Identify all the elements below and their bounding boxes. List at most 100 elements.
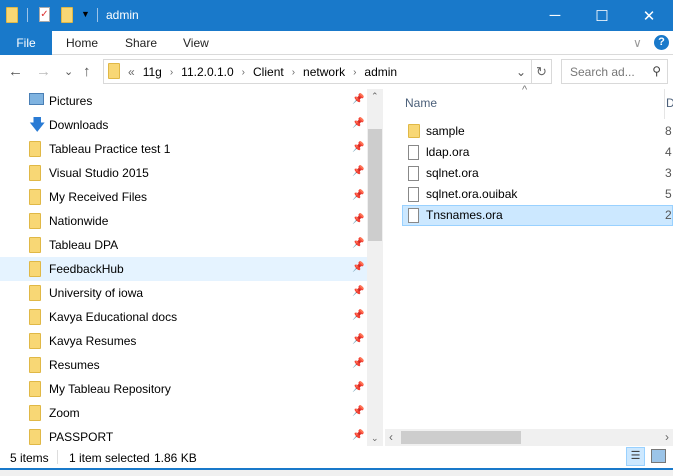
folder-icon <box>6 7 18 26</box>
sidebar-item-downloads[interactable]: 🡇 Downloads 📌 <box>0 113 367 137</box>
tab-home[interactable]: Home <box>66 36 98 50</box>
back-button[interactable]: ← <box>8 63 23 80</box>
divider <box>27 8 28 22</box>
help-icon[interactable]: ? <box>654 35 669 50</box>
large-icons-view-button[interactable] <box>651 449 666 463</box>
column-header-date[interactable]: D <box>666 96 673 110</box>
folder-icon <box>29 429 41 446</box>
pin-icon[interactable]: 📌 <box>352 118 364 129</box>
address-dropdown-icon[interactable]: ⌄ <box>516 65 526 79</box>
sidebar-item-folder[interactable]: Tableau Practice test 1 📌 <box>0 137 367 161</box>
pin-icon[interactable]: 📌 <box>352 310 364 321</box>
forward-button[interactable]: → <box>36 63 51 80</box>
pin-icon[interactable]: 📌 <box>352 142 364 153</box>
folder-icon <box>29 165 41 184</box>
pictures-icon <box>29 93 44 108</box>
sidebar-item-label: Kavya Educational docs <box>49 310 178 324</box>
search-input[interactable]: Search ad... ⚲ <box>561 59 668 84</box>
address-bar[interactable]: « 11g › 11.2.0.1.0 › Client › network › admi… <box>103 59 552 84</box>
pin-icon[interactable]: 📌 <box>352 94 364 105</box>
pin-icon[interactable]: 📌 <box>352 190 364 201</box>
details-view-button[interactable]: ☰ <box>626 447 645 466</box>
sidebar-item-label: Nationwide <box>49 214 109 228</box>
file-name: sample <box>426 124 465 138</box>
refresh-button[interactable]: ↻ <box>531 59 552 84</box>
recent-locations-button[interactable]: ⌄ <box>64 65 73 78</box>
folder-icon <box>108 63 120 82</box>
horizontal-scrollbar[interactable]: ‹ › <box>385 429 673 446</box>
new-folder-icon[interactable] <box>61 7 73 26</box>
chevron-right-icon[interactable]: › <box>242 67 245 78</box>
pin-icon[interactable]: 📌 <box>352 238 364 249</box>
sidebar-item-folder[interactable]: Resumes 📌 <box>0 353 367 377</box>
column-divider[interactable] <box>664 89 665 119</box>
close-button[interactable]: ✕ <box>626 0 672 31</box>
sidebar-item-label: Zoom <box>49 406 80 420</box>
scrollbar-thumb[interactable] <box>368 129 382 241</box>
sidebar-item-label: Resumes <box>49 358 100 372</box>
item-count: 5 items <box>10 451 49 465</box>
chevron-right-icon[interactable]: › <box>353 67 356 78</box>
sidebar-item-folder[interactable]: Visual Studio 2015 📌 <box>0 161 367 185</box>
sidebar-item-folder[interactable]: University of iowa 📌 <box>0 281 367 305</box>
divider <box>97 8 98 22</box>
scroll-left-icon[interactable]: ‹ <box>389 430 393 444</box>
breadcrumb-client[interactable]: Client <box>253 65 284 79</box>
divider <box>57 450 58 464</box>
navigation-scrollbar[interactable]: ⌃ ⌄ <box>367 89 383 446</box>
scrollbar-thumb[interactable] <box>401 431 521 444</box>
pin-icon[interactable]: 📌 <box>352 334 364 345</box>
file-date: 3 <box>665 166 672 180</box>
sidebar-item-label: Visual Studio 2015 <box>49 166 149 180</box>
pin-icon[interactable]: 📌 <box>352 166 364 177</box>
chevron-right-icon[interactable]: › <box>292 67 295 78</box>
scroll-up-icon[interactable]: ⌃ <box>371 91 379 102</box>
selection-size: 1.86 KB <box>154 451 197 465</box>
sidebar-item-folder[interactable]: Nationwide 📌 <box>0 209 367 233</box>
pin-icon[interactable]: 📌 <box>352 214 364 225</box>
file-name: sqlnet.ora <box>426 166 479 180</box>
sidebar-item-folder[interactable]: Kavya Educational docs 📌 <box>0 305 367 329</box>
file-name: ldap.ora <box>426 145 470 159</box>
breadcrumb-admin[interactable]: admin <box>364 65 397 79</box>
breadcrumb-network[interactable]: network <box>303 65 345 79</box>
up-button[interactable]: ↑ <box>83 63 91 80</box>
sidebar-item-pictures[interactable]: Pictures 📌 <box>0 89 367 113</box>
maximize-button[interactable]: ☐ <box>579 0 625 31</box>
sidebar-item-feedbackhub[interactable]: FeedbackHub 📌 <box>0 257 367 281</box>
column-header-name[interactable]: Name <box>405 96 437 110</box>
breadcrumb-11g[interactable]: 11g <box>143 65 162 79</box>
file-row-selected[interactable]: Tnsnames.ora 2 <box>402 205 673 226</box>
tab-file[interactable]: File <box>0 31 52 55</box>
tab-view[interactable]: View <box>183 36 209 50</box>
file-row[interactable]: ldap.ora 4 <box>402 142 673 163</box>
file-row[interactable]: sqlnet.ora.ouibak 5 <box>402 184 673 205</box>
sidebar-item-folder[interactable]: PASSPORT 📌 <box>0 425 367 446</box>
pin-icon[interactable]: 📌 <box>352 430 364 441</box>
minimize-button[interactable]: ─ <box>532 0 578 31</box>
file-row[interactable]: sqlnet.ora 3 <box>402 163 673 184</box>
chevron-right-icon[interactable]: › <box>170 67 173 78</box>
sidebar-item-label: My Received Files <box>49 190 148 204</box>
sidebar-item-folder[interactable]: Zoom 📌 <box>0 401 367 425</box>
pin-icon[interactable]: 📌 <box>352 382 364 393</box>
search-placeholder: Search ad... <box>570 65 635 79</box>
sidebar-item-folder[interactable]: Kavya Resumes 📌 <box>0 329 367 353</box>
overflow-crumbs-button[interactable]: « <box>128 65 135 79</box>
properties-icon[interactable]: ✓ <box>39 6 50 22</box>
expand-ribbon-icon[interactable]: ∨ <box>633 36 642 50</box>
pin-icon[interactable]: 📌 <box>352 262 364 273</box>
breadcrumb-version[interactable]: 11.2.0.1.0 <box>181 65 234 79</box>
file-row[interactable]: sample 8 <box>402 121 673 142</box>
scroll-down-icon[interactable]: ⌄ <box>371 433 379 444</box>
sidebar-item-label: Tableau DPA <box>49 238 119 252</box>
sidebar-item-folder[interactable]: Tableau DPA 📌 <box>0 233 367 257</box>
sidebar-item-folder[interactable]: My Received Files 📌 <box>0 185 367 209</box>
pin-icon[interactable]: 📌 <box>352 406 364 417</box>
customize-toolbar-icon[interactable]: ▼ <box>81 9 90 19</box>
pin-icon[interactable]: 📌 <box>352 286 364 297</box>
scroll-right-icon[interactable]: › <box>665 430 669 444</box>
tab-share[interactable]: Share <box>125 36 157 50</box>
pin-icon[interactable]: 📌 <box>352 358 364 369</box>
sidebar-item-folder[interactable]: My Tableau Repository 📌 <box>0 377 367 401</box>
